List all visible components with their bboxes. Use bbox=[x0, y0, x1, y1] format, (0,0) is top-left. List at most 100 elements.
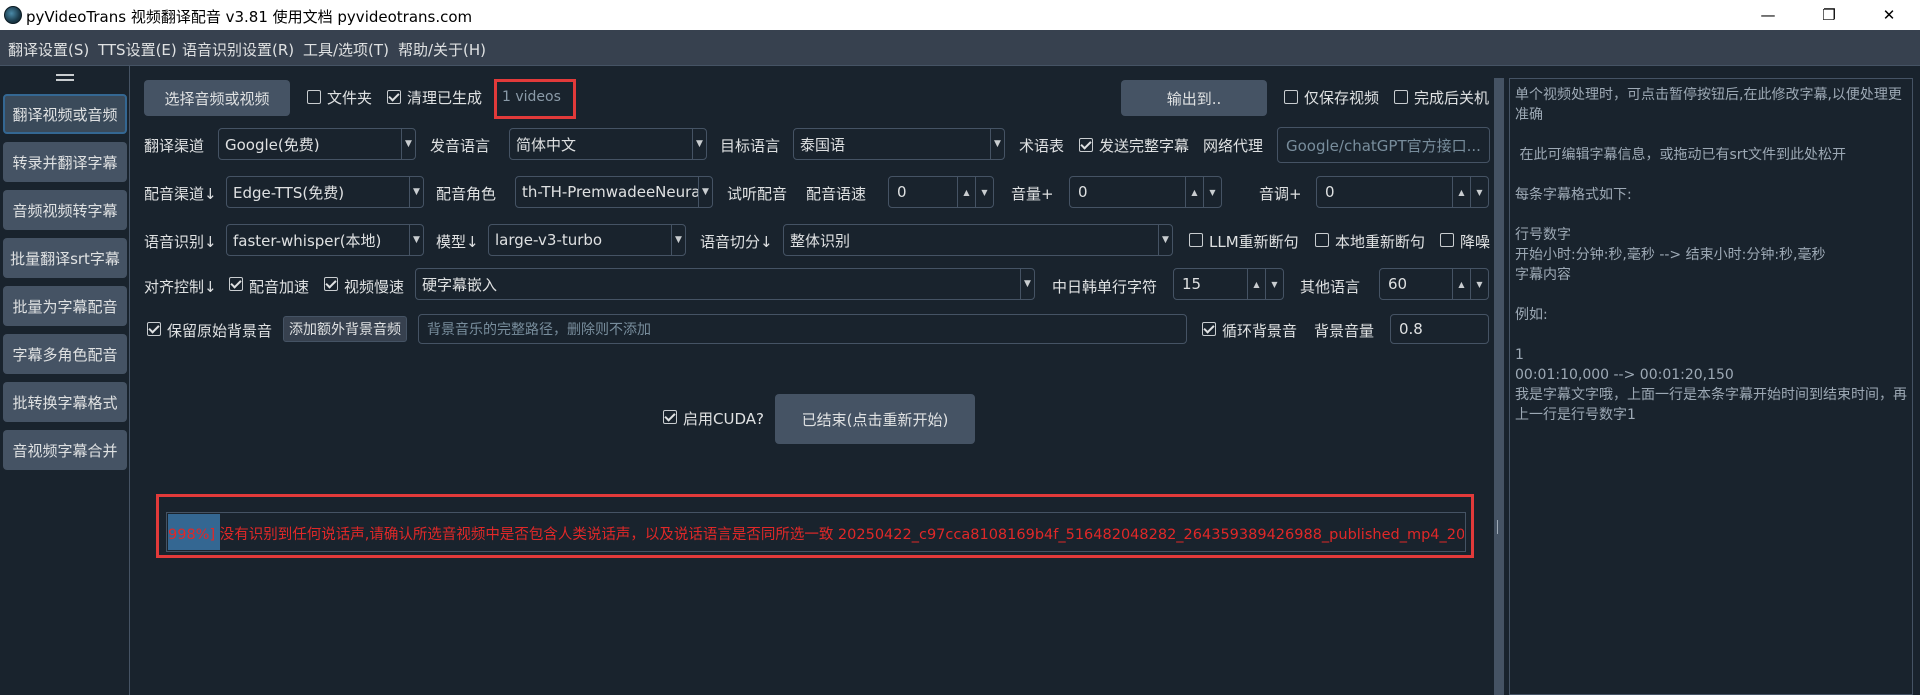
close-button[interactable]: ✕ bbox=[1860, 0, 1918, 30]
keep-original-bg-label: 保留原始背景音 bbox=[167, 322, 273, 340]
send-full-subtitle-checkbox[interactable] bbox=[1079, 138, 1093, 152]
sidebar-item-translate-video[interactable]: 翻译视频或音频 bbox=[3, 94, 127, 134]
keep-original-bg-checkbox[interactable] bbox=[147, 322, 161, 336]
sidebar-item-convert-subtitle-format[interactable]: 批转换字幕格式 bbox=[3, 382, 127, 422]
spin-up-icon[interactable]: ▲ bbox=[1452, 177, 1470, 207]
source-language-label: 发音语言 bbox=[430, 137, 491, 155]
local-resegment-checkbox[interactable] bbox=[1315, 233, 1329, 247]
only-save-video-label: 仅保存视频 bbox=[1304, 89, 1380, 107]
splitter-grip-icon bbox=[1497, 520, 1501, 534]
align-control-label[interactable]: 对齐控制↓ bbox=[144, 276, 217, 297]
sidebar-item-multi-role-dubbing[interactable]: 字幕多角色配音 bbox=[3, 334, 127, 374]
dubbing-speedup-checkbox[interactable] bbox=[229, 277, 243, 291]
restart-button[interactable]: 已结束(点击重新开始) bbox=[775, 394, 975, 444]
progress-log-text: 998%] 没有识别到任何说话声,请确认所选音视频中是否包含人类说话声，以及说话… bbox=[168, 527, 1464, 543]
target-language-value: 泰国语 bbox=[800, 135, 846, 154]
cjk-chars-value: 15 bbox=[1182, 275, 1202, 293]
output-to-button[interactable]: 输出到.. bbox=[1121, 80, 1267, 116]
pitch-value: 0 bbox=[1325, 183, 1335, 201]
maximize-button[interactable]: ❐ bbox=[1800, 0, 1858, 30]
spin-up-icon[interactable]: ▲ bbox=[1247, 269, 1265, 299]
spin-down-icon[interactable]: ▼ bbox=[1470, 177, 1488, 207]
volume-label: 音量+ bbox=[1011, 185, 1054, 203]
tts-channel-label[interactable]: 配音渠道↓ bbox=[144, 183, 217, 204]
chevron-down-icon: ▼ bbox=[671, 225, 685, 255]
menu-bar: 翻译设置(S) TTS设置(E) 语音识别设置(R) 工具/选项(T) 帮助/关… bbox=[0, 30, 1920, 66]
model-value: large-v3-turbo bbox=[495, 231, 603, 249]
spin-down-icon[interactable]: ▼ bbox=[1470, 269, 1488, 299]
bg-audio-path-input[interactable]: 背景音乐的完整路径，删除则不添加 bbox=[418, 314, 1187, 344]
denoise-checkbox[interactable] bbox=[1440, 233, 1454, 247]
model-label[interactable]: 模型↓ bbox=[436, 231, 479, 252]
spin-up-icon[interactable]: ▲ bbox=[1452, 269, 1470, 299]
llm-resegment-checkbox[interactable] bbox=[1189, 233, 1203, 247]
sidebar-handle-icon[interactable] bbox=[56, 74, 74, 81]
speech-split-label[interactable]: 语音切分↓ bbox=[700, 231, 773, 252]
target-language-select[interactable]: 泰国语 ▼ bbox=[793, 128, 1005, 160]
proxy-label: 网络代理 bbox=[1203, 137, 1264, 155]
bg-volume-input[interactable]: 0.8 bbox=[1390, 314, 1489, 344]
asr-select[interactable]: faster-whisper(本地) ▼ bbox=[226, 224, 424, 256]
listen-dubbing-button[interactable]: 试听配音 bbox=[727, 183, 787, 204]
volume-spinbox[interactable]: 0 ▲ ▼ bbox=[1069, 176, 1222, 208]
subtitle-embed-select[interactable]: 硬字幕嵌入 ▼ bbox=[415, 268, 1035, 300]
spin-up-icon[interactable]: ▲ bbox=[1185, 177, 1203, 207]
sidebar-item-batch-dubbing[interactable]: 批量为字幕配音 bbox=[3, 286, 127, 326]
only-save-video-checkbox[interactable] bbox=[1284, 90, 1298, 104]
bg-volume-label: 背景音量 bbox=[1314, 322, 1375, 340]
model-select[interactable]: large-v3-turbo ▼ bbox=[488, 224, 686, 256]
video-slowdown-checkbox[interactable] bbox=[324, 277, 338, 291]
loop-bg-audio-checkbox[interactable] bbox=[1202, 322, 1216, 336]
sidebar-item-merge-av-subtitle[interactable]: 音视频字幕合并 bbox=[3, 430, 127, 470]
other-lang-chars-value: 60 bbox=[1388, 275, 1408, 293]
spin-down-icon[interactable]: ▼ bbox=[1203, 177, 1221, 207]
dubbing-speedup-label: 配音加速 bbox=[249, 278, 310, 296]
menu-translate-settings[interactable]: 翻译设置(S) bbox=[8, 39, 89, 60]
glossary-link[interactable]: 术语表 bbox=[1019, 135, 1064, 156]
select-media-button[interactable]: 选择音频或视频 bbox=[144, 80, 290, 116]
speech-split-select[interactable]: 整体识别 ▼ bbox=[783, 224, 1173, 256]
folder-label: 文件夹 bbox=[327, 89, 373, 107]
speech-split-value: 整体识别 bbox=[790, 231, 851, 250]
spin-up-icon[interactable]: ▲ bbox=[957, 177, 975, 207]
chevron-down-icon: ▼ bbox=[698, 177, 712, 207]
voice-role-select[interactable]: th-TH-PremwadeeNeural ▼ bbox=[515, 176, 713, 208]
menu-tts-settings[interactable]: TTS设置(E) bbox=[98, 39, 177, 60]
folder-checkbox[interactable] bbox=[307, 90, 321, 104]
shutdown-checkbox[interactable] bbox=[1394, 90, 1408, 104]
menu-help[interactable]: 帮助/关于(H) bbox=[398, 39, 486, 60]
menu-asr-settings[interactable]: 语音识别设置(R) bbox=[182, 39, 294, 60]
spin-down-icon[interactable]: ▼ bbox=[1265, 269, 1283, 299]
add-bg-audio-button[interactable]: 添加额外背景音频 bbox=[283, 316, 407, 342]
enable-cuda-checkbox[interactable] bbox=[663, 410, 677, 424]
video-slowdown-label: 视频慢速 bbox=[344, 278, 405, 296]
other-lang-chars-spinbox[interactable]: 60 ▲ ▼ bbox=[1379, 268, 1489, 300]
pitch-spinbox[interactable]: 0 ▲ ▼ bbox=[1316, 176, 1489, 208]
translate-channel-label: 翻译渠道 bbox=[144, 137, 205, 155]
spin-down-icon[interactable]: ▼ bbox=[975, 177, 993, 207]
clean-generated-checkbox[interactable] bbox=[387, 90, 401, 104]
menu-tools[interactable]: 工具/选项(T) bbox=[303, 39, 389, 60]
tts-channel-select[interactable]: Edge-TTS(免费) ▼ bbox=[226, 176, 424, 208]
sidebar-item-batch-translate-srt[interactable]: 批量翻译srt字幕 bbox=[3, 238, 127, 278]
dubbing-rate-spinbox[interactable]: 0 ▲ ▼ bbox=[888, 176, 994, 208]
loop-bg-audio-label: 循环背景音 bbox=[1222, 322, 1298, 340]
asr-label[interactable]: 语音识别↓ bbox=[144, 231, 217, 252]
dubbing-rate-value: 0 bbox=[897, 183, 907, 201]
panel-splitter[interactable] bbox=[1494, 78, 1504, 695]
source-language-value: 简体中文 bbox=[516, 135, 577, 154]
cjk-chars-spinbox[interactable]: 15 ▲ ▼ bbox=[1173, 268, 1284, 300]
sidebar-item-transcribe-translate[interactable]: 转录并翻译字幕 bbox=[3, 142, 127, 182]
local-resegment-label: 本地重新断句 bbox=[1335, 233, 1426, 251]
target-language-label: 目标语言 bbox=[720, 137, 781, 155]
sidebar-item-audio-to-subtitle[interactable]: 音频视频转字幕 bbox=[3, 190, 127, 230]
voice-role-value: th-TH-PremwadeeNeural bbox=[522, 183, 698, 201]
minimize-button[interactable]: — bbox=[1739, 0, 1797, 30]
voice-role-label: 配音角色 bbox=[436, 185, 497, 203]
subtitle-edit-pane[interactable]: 单个视频处理时，可点击暂停按钮后,在此修改字幕,以便处理更准确 在此可编辑字幕信… bbox=[1509, 78, 1913, 695]
translate-channel-select[interactable]: Google(免费) ▼ bbox=[218, 128, 416, 160]
proxy-input[interactable]: Google/chatGPT官方接口... bbox=[1277, 127, 1490, 163]
other-lang-chars-label: 其他语言 bbox=[1300, 278, 1361, 296]
source-language-select[interactable]: 简体中文 ▼ bbox=[509, 128, 707, 160]
app-logo-icon bbox=[4, 6, 22, 24]
